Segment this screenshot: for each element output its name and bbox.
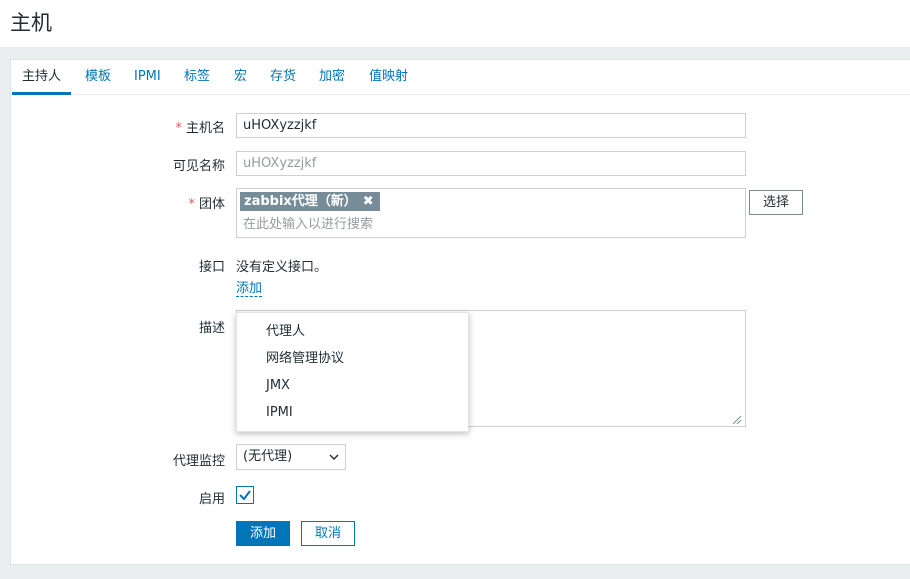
tab-templates[interactable]: 模板 — [85, 60, 111, 94]
page-header: 主机 — [0, 0, 910, 47]
checkmark-icon — [239, 490, 251, 501]
resize-grip-icon[interactable] — [732, 415, 742, 425]
tab-ipmi[interactable]: IPMI — [134, 60, 161, 94]
required-marker: * — [175, 121, 182, 136]
visible-name-input[interactable] — [236, 151, 746, 176]
groups-multiselect[interactable]: zabbix代理（新） ✖ — [236, 188, 746, 238]
add-button[interactable]: 添加 — [236, 521, 290, 546]
cancel-button[interactable]: 取消 — [301, 521, 355, 546]
required-marker: * — [188, 197, 195, 212]
description-label: 描述 — [198, 321, 225, 336]
tab-encryption[interactable]: 加密 — [319, 60, 345, 94]
host-name-input[interactable] — [236, 113, 746, 138]
host-name-label: * 主机名 — [175, 121, 225, 136]
proxy-select[interactable]: (无代理) — [236, 444, 346, 470]
page-title: 主机 — [10, 11, 52, 35]
interface-type-menu: 代理人 网络管理协议 JMX IPMI — [236, 312, 469, 432]
tab-tags[interactable]: 标签 — [184, 60, 210, 94]
visible-name-label: 可见名称 — [172, 159, 225, 174]
menu-item-snmp[interactable]: 网络管理协议 — [266, 349, 344, 369]
menu-item-ipmi[interactable]: IPMI — [266, 403, 293, 423]
tab-value-mapping[interactable]: 值映射 — [369, 60, 408, 94]
close-icon[interactable]: ✖ — [363, 192, 374, 211]
groups-label: * 团体 — [188, 197, 225, 212]
menu-item-jmx[interactable]: JMX — [266, 376, 290, 396]
tab-host[interactable]: 主持人 — [11, 60, 72, 95]
tab-macros[interactable]: 宏 — [234, 60, 247, 94]
group-chip: zabbix代理（新） ✖ — [240, 192, 380, 211]
add-interface-link[interactable]: 添加 — [236, 281, 263, 297]
tab-bar: 主持人 模板 IPMI 标签 宏 存货 加密 值映射 — [11, 60, 910, 95]
groups-search-input[interactable] — [243, 215, 733, 233]
proxy-label: 代理监控 — [172, 454, 225, 469]
groups-select-button[interactable]: 选择 — [749, 190, 803, 215]
enabled-checkbox[interactable] — [236, 486, 254, 504]
chevron-down-icon — [329, 454, 339, 460]
enabled-label: 启用 — [198, 492, 225, 507]
interfaces-label: 接口 — [198, 260, 225, 275]
tab-inventory[interactable]: 存货 — [270, 60, 296, 94]
group-chip-label: zabbix代理（新） — [244, 194, 357, 209]
proxy-select-value: (无代理) — [243, 449, 293, 464]
host-form-panel: 主持人 模板 IPMI 标签 宏 存货 加密 值映射 *主机名 可见名称 *团体… — [10, 59, 910, 565]
menu-item-agent[interactable]: 代理人 — [266, 322, 305, 342]
interfaces-empty-text: 没有定义接口。 — [236, 260, 328, 275]
